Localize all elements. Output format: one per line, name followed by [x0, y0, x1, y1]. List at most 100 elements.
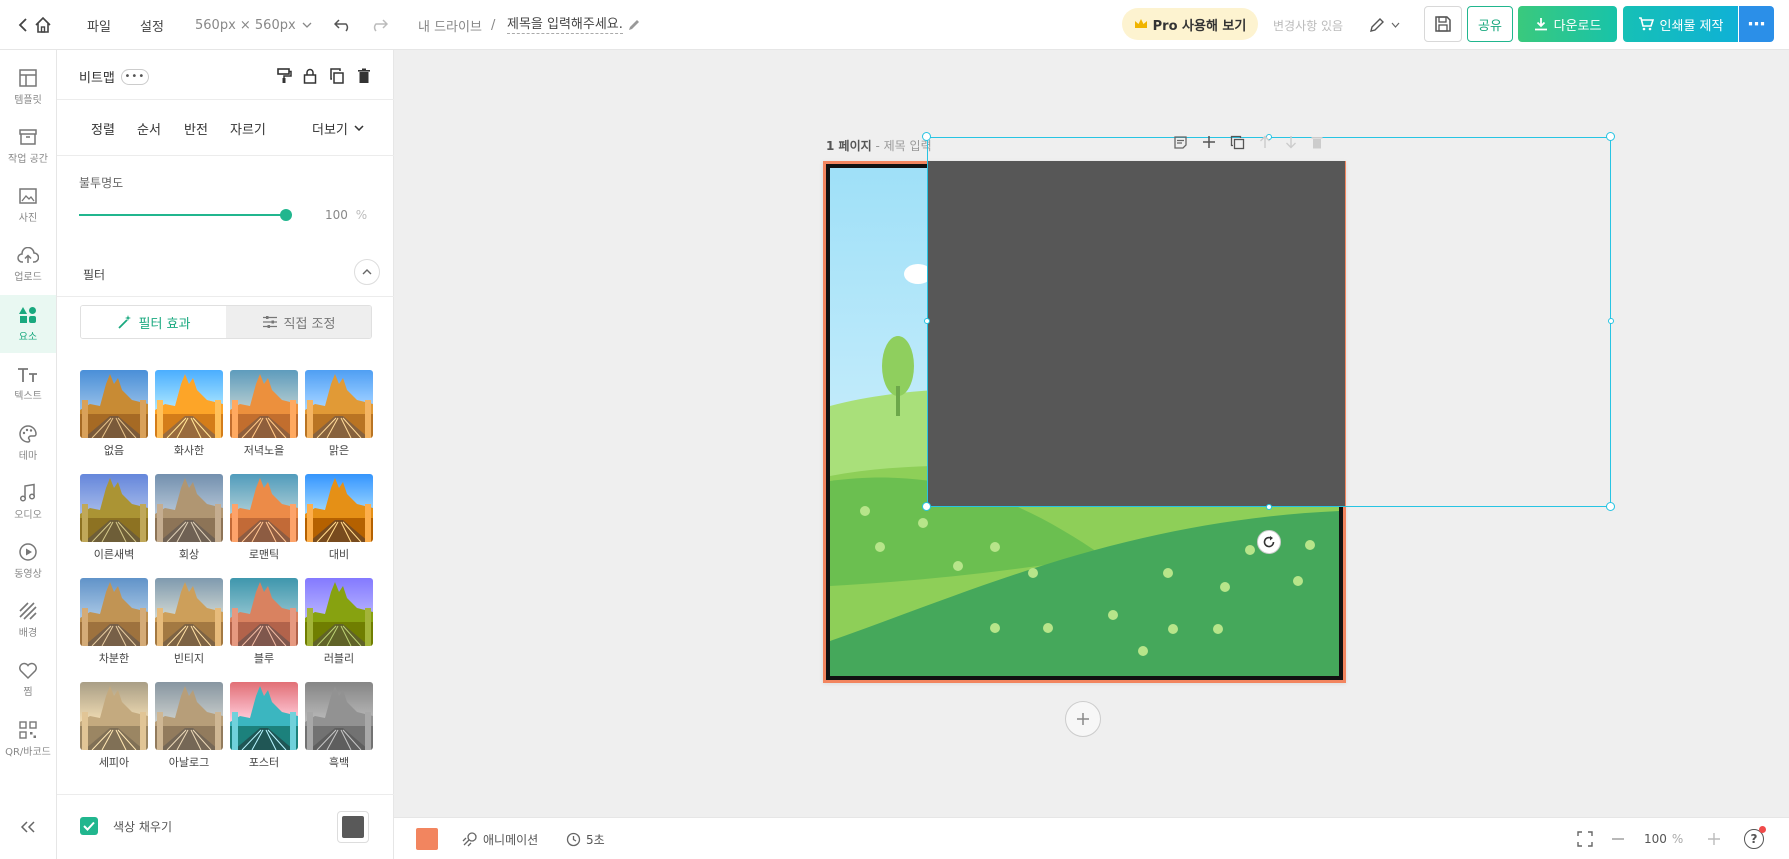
filter-thumbnail[interactable]: [80, 578, 148, 646]
rail-item-workspace[interactable]: 작업 공간: [0, 117, 56, 175]
filter-collapse-button[interactable]: [354, 259, 380, 285]
element-options-button[interactable]: •••: [120, 68, 149, 85]
share-button[interactable]: 공유: [1467, 6, 1513, 42]
filter-thumbnail[interactable]: [230, 578, 298, 646]
tab-order[interactable]: 순서: [137, 103, 161, 153]
menu-settings[interactable]: 설정: [140, 0, 164, 50]
back-button[interactable]: [18, 0, 28, 50]
resize-handle-right[interactable]: [1608, 318, 1614, 324]
draw-tool-button[interactable]: [1369, 0, 1400, 50]
rail-item-upload[interactable]: 업로드: [0, 236, 56, 294]
duration-button[interactable]: 5초: [566, 818, 605, 859]
more-options-button[interactable]: ⋯: [1739, 6, 1774, 42]
canvas-size-select[interactable]: 560px × 560px: [195, 0, 312, 50]
redo-button[interactable]: [370, 0, 388, 50]
rail-item-template[interactable]: 템플릿: [0, 58, 56, 116]
rail-item-theme[interactable]: 테마: [0, 414, 56, 472]
tab-flip[interactable]: 반전: [184, 103, 208, 153]
home-button[interactable]: [34, 0, 52, 50]
pro-trial-button[interactable]: Pro 사용해 보기: [1122, 8, 1258, 40]
rail-item-background[interactable]: 배경: [0, 591, 56, 649]
resize-handle-top-right[interactable]: [1606, 132, 1615, 141]
duplicate-page-button[interactable]: [1230, 135, 1245, 154]
add-page-icon-button[interactable]: [1202, 135, 1216, 153]
rail-item-favorites[interactable]: 찜: [0, 651, 56, 709]
resize-handle-left[interactable]: [924, 318, 930, 324]
filter-thumbnail[interactable]: [155, 474, 223, 542]
resize-handle-bottom[interactable]: [1266, 504, 1272, 510]
rail-item-audio[interactable]: 오디오: [0, 473, 56, 531]
zoom-out-button[interactable]: [1612, 818, 1624, 859]
filter-thumbnail[interactable]: [80, 370, 148, 438]
page-title-placeholder[interactable]: - 제목 입력: [875, 139, 931, 153]
cathedral-photo: [80, 370, 148, 438]
opacity-slider-track[interactable]: [79, 214, 287, 216]
paint-roller-icon: [277, 68, 292, 83]
template-icon: [19, 69, 37, 87]
plus-icon: [1708, 833, 1720, 845]
filter-thumbnail[interactable]: [155, 370, 223, 438]
filter-thumbnail[interactable]: [230, 682, 298, 750]
trash-icon: [358, 68, 370, 83]
opacity-slider-knob[interactable]: [280, 209, 292, 221]
tab-more[interactable]: 더보기: [312, 103, 364, 153]
move-page-up-button[interactable]: [1259, 135, 1271, 153]
cathedral-photo: [230, 474, 298, 542]
filter-thumbnail[interactable]: [80, 474, 148, 542]
chevron-left-icon: [18, 18, 27, 32]
page-memo-button[interactable]: [1173, 135, 1188, 154]
filter-thumbnail[interactable]: [305, 578, 373, 646]
filter-effects-tab[interactable]: 필터 효과: [81, 306, 226, 338]
manual-adjust-tab[interactable]: 직접 조정: [226, 306, 371, 338]
add-page-button[interactable]: [1065, 701, 1101, 737]
rotate-handle[interactable]: [1257, 530, 1281, 554]
resize-handle-top-left[interactable]: [922, 132, 931, 141]
page-background-color-swatch[interactable]: [416, 828, 438, 850]
help-button[interactable]: ?: [1744, 818, 1766, 859]
lock-button[interactable]: [300, 66, 320, 86]
text-icon: [18, 368, 37, 382]
tab-crop[interactable]: 자르기: [230, 103, 266, 153]
filter-thumbnail[interactable]: [305, 370, 373, 438]
rail-item-qr[interactable]: QR/바코드: [0, 710, 56, 768]
animation-button[interactable]: 애니메이션: [462, 818, 538, 859]
breadcrumb-separator: /: [491, 17, 496, 33]
rail-item-photo[interactable]: 사진: [0, 176, 56, 234]
rail-item-video[interactable]: 동영상: [0, 532, 56, 590]
filter-thumbnail[interactable]: [230, 474, 298, 542]
print-order-button[interactable]: 인쇄물 제작: [1623, 6, 1738, 42]
rail-item-text[interactable]: 텍스트: [0, 355, 56, 413]
opacity-value[interactable]: 100 %: [325, 208, 367, 222]
fullscreen-icon: [1577, 831, 1593, 847]
selection-frame[interactable]: [927, 137, 1611, 507]
fill-color-checkbox[interactable]: [80, 817, 98, 835]
delete-button[interactable]: [354, 66, 374, 86]
page-label[interactable]: 1 페이지 - 제목 입력: [826, 137, 932, 154]
filter-thumbnail[interactable]: [305, 682, 373, 750]
undo-button[interactable]: [334, 0, 352, 50]
resize-handle-bottom-right[interactable]: [1606, 502, 1615, 511]
filter-thumbnail[interactable]: [80, 682, 148, 750]
filter-thumbnail[interactable]: [305, 474, 373, 542]
rail-item-elements[interactable]: 요소: [0, 295, 56, 353]
delete-page-button[interactable]: [1311, 135, 1323, 153]
fill-color-swatch[interactable]: [337, 811, 369, 843]
tab-align[interactable]: 정렬: [91, 103, 115, 153]
fullscreen-button[interactable]: [1577, 818, 1593, 859]
menu-file[interactable]: 파일: [87, 0, 111, 50]
zoom-in-button[interactable]: [1708, 818, 1720, 859]
resize-handle-bottom-left[interactable]: [922, 502, 931, 511]
breadcrumb-root[interactable]: 내 드라이브: [418, 0, 482, 50]
move-page-down-button[interactable]: [1285, 135, 1297, 153]
duplicate-button[interactable]: [327, 66, 347, 86]
download-button[interactable]: 다운로드: [1518, 6, 1617, 42]
filter-thumbnail[interactable]: [230, 370, 298, 438]
filter-label: 맑은: [328, 444, 350, 457]
collapse-panel-button[interactable]: [0, 812, 56, 842]
paint-format-button[interactable]: [274, 66, 294, 86]
document-title[interactable]: 제목을 입력해주세요.: [507, 0, 641, 50]
zoom-level[interactable]: 100 %: [1644, 818, 1683, 859]
filter-thumbnail[interactable]: [155, 682, 223, 750]
filter-thumbnail[interactable]: [155, 578, 223, 646]
save-button[interactable]: [1424, 6, 1462, 42]
